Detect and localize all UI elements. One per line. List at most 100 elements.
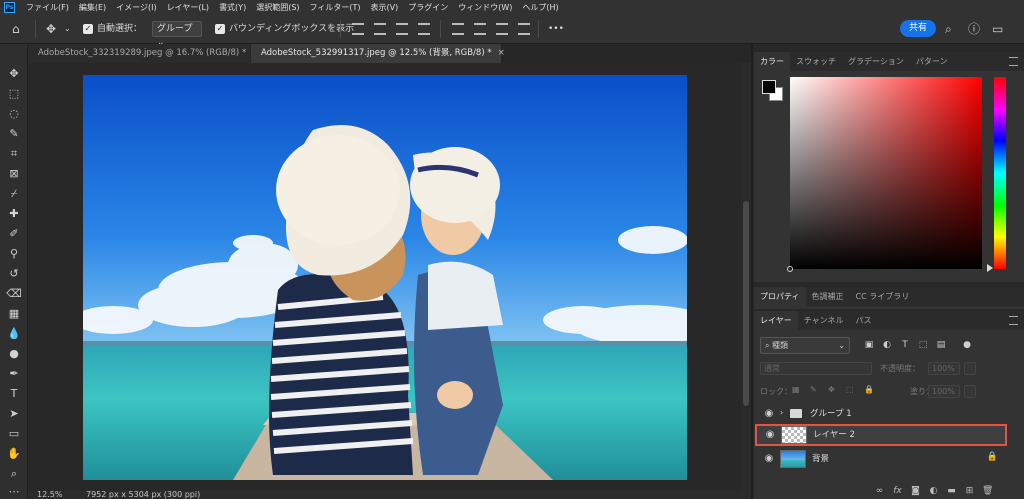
tab-color[interactable]: カラー — [754, 52, 790, 71]
help-icon[interactable]: ⓘ — [968, 21, 980, 37]
visibility-eye-icon[interactable]: ◉ — [763, 408, 775, 420]
vertical-scrollbar[interactable] — [741, 63, 751, 491]
bounding-box-checkbox[interactable]: ✓ — [215, 24, 225, 34]
menu-image[interactable]: イメージ(I) — [111, 2, 161, 13]
align-center-icon[interactable] — [374, 23, 386, 35]
menu-view[interactable]: 表示(V) — [366, 2, 404, 13]
panel-menu-icon[interactable] — [1009, 316, 1018, 325]
lock-transparent-icon[interactable]: ▦ — [792, 385, 800, 394]
tab-document-2[interactable]: AdobeStock_532991317.jpeg @ 12.5% (背景, R… — [251, 44, 505, 63]
rectangle-tool-icon[interactable]: ▭ — [6, 426, 22, 442]
type-tool-icon[interactable]: T — [6, 386, 22, 402]
zoom-tool-icon[interactable]: ⌕ — [6, 466, 22, 482]
chevron-right-icon[interactable]: › — [780, 408, 783, 417]
brush-tool-icon[interactable]: ✐ — [6, 226, 22, 242]
lock-all-icon[interactable]: 🔒 — [864, 385, 874, 394]
scrollbar-thumb[interactable] — [743, 201, 749, 406]
distribute-center-icon[interactable] — [474, 23, 486, 35]
tab-channels[interactable]: チャンネル — [798, 311, 850, 330]
frame-tool-icon[interactable]: ⊠ — [6, 166, 22, 182]
distribute-top-icon[interactable] — [518, 23, 530, 35]
adjustment-filter-icon[interactable]: ◐ — [882, 339, 892, 351]
auto-select-dropdown[interactable]: グループ ⌄ — [152, 21, 202, 48]
menu-file[interactable]: ファイル(F) — [21, 2, 74, 13]
opacity-field[interactable]: 100% — [928, 362, 960, 375]
history-brush-tool-icon[interactable]: ↺ — [6, 266, 22, 282]
marquee-tool-icon[interactable]: ⬚ — [6, 86, 22, 102]
tab-document-1[interactable]: AdobeStock_332319289.jpeg @ 16.7% (RGB/8… — [28, 44, 259, 63]
panel-divider[interactable] — [751, 44, 753, 499]
add-mask-icon[interactable]: ◙ — [910, 486, 921, 497]
workspace-icon[interactable]: ▭ — [992, 21, 1003, 37]
pixel-filter-icon[interactable]: ▣ — [864, 339, 874, 351]
tab-adjustments[interactable]: 色調補正 — [806, 287, 850, 306]
menu-filter[interactable]: フィルター(T) — [305, 2, 366, 13]
align-top-icon[interactable] — [418, 23, 430, 35]
foreground-color-swatch[interactable] — [762, 80, 776, 94]
move-tool-icon[interactable]: ✥ — [6, 66, 22, 82]
pen-tool-icon[interactable]: ✒ — [6, 366, 22, 382]
link-layers-icon[interactable]: ∞ — [874, 486, 885, 497]
tab-paths[interactable]: パス — [850, 311, 878, 330]
auto-select-checkbox[interactable]: ✓ — [83, 24, 93, 34]
more-options-button[interactable]: ••• — [548, 21, 564, 37]
panel-menu-icon[interactable] — [1009, 57, 1018, 66]
layer-row-group-1[interactable]: ◉ › グループ 1 — [754, 403, 1024, 425]
hue-slider[interactable] — [994, 77, 1006, 269]
lasso-tool-icon[interactable]: ◌ — [6, 106, 22, 122]
hue-slider-pointer[interactable] — [987, 264, 993, 272]
path-select-tool-icon[interactable]: ➤ — [6, 406, 22, 422]
layer-row-layer-2[interactable]: ◉ レイヤー 2 — [755, 424, 1007, 446]
menu-help[interactable]: ヘルプ(H) — [517, 2, 563, 13]
tab-properties[interactable]: プロパティ — [754, 287, 806, 306]
distribute-right-icon[interactable] — [496, 23, 508, 35]
shape-filter-icon[interactable]: ⬚ — [918, 339, 928, 351]
layer-row-background[interactable]: ◉ 背景 🔒 — [754, 448, 1024, 470]
type-filter-icon[interactable]: T — [900, 339, 910, 351]
lock-position-icon[interactable]: ✥ — [828, 385, 835, 394]
color-picker-cursor[interactable] — [787, 266, 793, 272]
delete-layer-icon[interactable]: 🗑 — [982, 486, 993, 497]
document-canvas[interactable] — [83, 75, 687, 480]
blur-tool-icon[interactable]: 💧 — [6, 326, 22, 342]
eraser-tool-icon[interactable]: ⌫ — [6, 286, 22, 302]
share-button[interactable]: 共有 — [900, 20, 937, 37]
zoom-level[interactable]: 12.5% — [37, 490, 62, 499]
lock-image-icon[interactable]: ✎ — [810, 385, 817, 394]
color-picker-field[interactable] — [790, 77, 982, 269]
menu-plugins[interactable]: プラグイン — [403, 2, 453, 13]
blend-mode-dropdown[interactable]: 通常 — [760, 362, 872, 375]
opacity-dropdown[interactable] — [964, 362, 976, 375]
lock-artboard-icon[interactable]: ⬚ — [846, 385, 854, 394]
distribute-left-icon[interactable] — [452, 23, 464, 35]
gradient-tool-icon[interactable]: ▦ — [6, 306, 22, 322]
new-group-icon[interactable]: ▬ — [946, 486, 957, 497]
eyedropper-tool-icon[interactable]: ⌿ — [6, 186, 22, 202]
tab-cc-libraries[interactable]: CC ライブラリ — [850, 287, 916, 306]
visibility-eye-icon[interactable]: ◉ — [763, 453, 775, 465]
more-tools-icon[interactable]: ⋯ — [6, 484, 22, 499]
new-layer-icon[interactable]: ⊞ — [964, 486, 975, 497]
align-right-icon[interactable] — [396, 23, 408, 35]
home-icon[interactable]: ⌂ — [12, 21, 20, 37]
align-left-icon[interactable] — [352, 23, 364, 35]
adjustment-layer-icon[interactable]: ◐ — [928, 486, 939, 497]
chevron-down-icon[interactable]: ⌄ — [64, 21, 71, 37]
tab-patterns[interactable]: パターン — [910, 52, 954, 71]
filter-toggle-icon[interactable]: ● — [962, 339, 972, 351]
fx-icon[interactable]: fx — [892, 486, 903, 497]
layer-filter-kind-dropdown[interactable]: ⌕ 種類 ⌄ — [760, 337, 850, 354]
visibility-eye-icon[interactable]: ◉ — [764, 429, 776, 441]
tab-swatches[interactable]: スウォッチ — [790, 52, 842, 71]
search-icon[interactable]: ⌕ — [945, 21, 952, 37]
move-tool-icon[interactable]: ✥ — [46, 21, 56, 37]
crop-tool-icon[interactable]: ⌗ — [6, 146, 22, 162]
close-icon[interactable]: × — [498, 48, 505, 58]
menu-type[interactable]: 書式(Y) — [214, 2, 251, 13]
menu-edit[interactable]: 編集(E) — [74, 2, 111, 13]
fill-dropdown[interactable] — [964, 385, 976, 398]
healing-brush-tool-icon[interactable]: ✚ — [6, 206, 22, 222]
tab-layers[interactable]: レイヤー — [754, 311, 798, 330]
dodge-tool-icon[interactable]: ● — [6, 346, 22, 362]
quick-select-tool-icon[interactable]: ✎ — [6, 126, 22, 142]
